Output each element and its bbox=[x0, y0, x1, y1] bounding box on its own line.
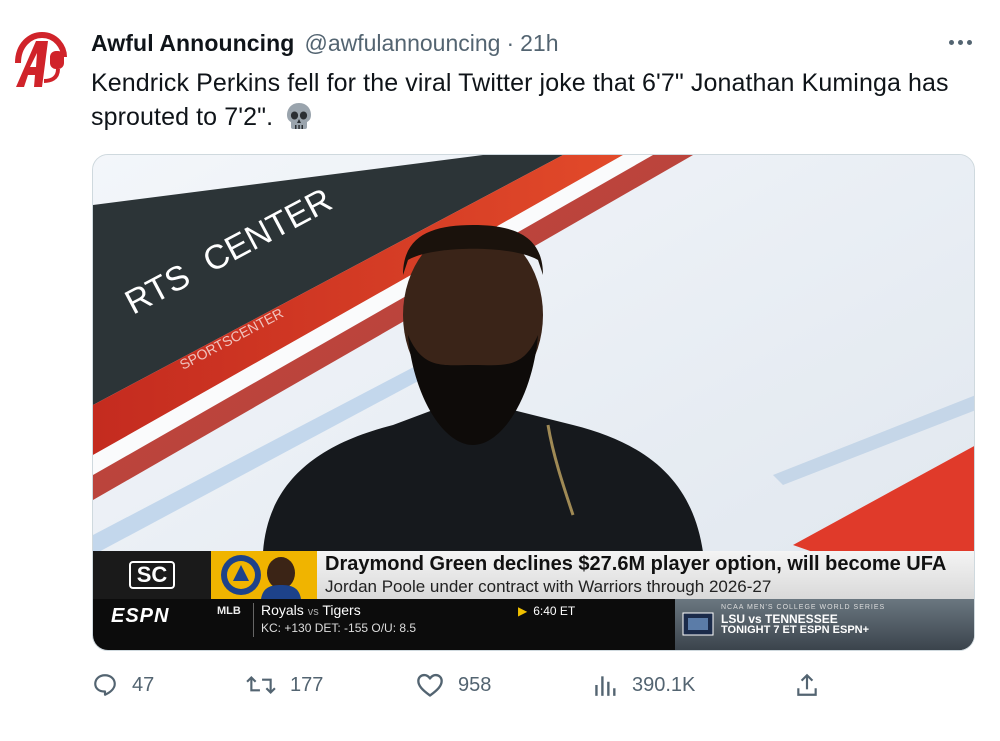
views-count: 390.1K bbox=[632, 673, 696, 696]
score-ticker: ESPN MLB Royals vs Tigers KC: +130 DET: … bbox=[93, 599, 974, 650]
team-photo bbox=[211, 551, 317, 599]
tweet-actions: 47 177 958 390.1K bbox=[0, 672, 1000, 712]
views-chart-icon bbox=[595, 676, 616, 696]
views-button[interactable]: 390.1K bbox=[592, 672, 695, 698]
author-handle[interactable]: @awfulannouncing bbox=[304, 30, 500, 57]
espn-logo: ESPN bbox=[111, 605, 170, 627]
author-name[interactable]: Awful Announcing bbox=[91, 30, 294, 57]
tweet-media-image[interactable]: RTS CENTER SPORTSCENTER SC Draymond Gree… bbox=[92, 154, 975, 651]
tweet-header: Awful Announcing @awfulannouncing · 21h bbox=[91, 30, 559, 57]
tv-lower-third: SC Draymond Green declines $27.6M player… bbox=[93, 551, 974, 650]
separator-dot: · bbox=[506, 30, 515, 56]
avatar[interactable] bbox=[8, 27, 72, 91]
tweet-timestamp[interactable]: 21h bbox=[520, 30, 558, 57]
play-arrow-icon: ▶ bbox=[518, 604, 528, 618]
headline: Draymond Green declines $27.6M player op… bbox=[325, 553, 947, 575]
promo-box: NCAA MEN'S COLLEGE WORLD SERIES LSU vs T… bbox=[675, 599, 974, 650]
awful-announcing-logo-icon bbox=[9, 28, 71, 90]
retweet-icon bbox=[246, 675, 276, 695]
skull-icon bbox=[286, 102, 312, 139]
cws-logo-icon bbox=[682, 612, 714, 636]
ticker-vs: vs bbox=[307, 606, 319, 618]
promo-airtime: TONIGHT 7 ET ESPN ESPN+ bbox=[721, 624, 870, 636]
share-button[interactable] bbox=[794, 672, 834, 698]
ticker-odds: KC: +130 DET: -155 O/U: 8.5 bbox=[261, 621, 417, 635]
tweet-text: Kendrick Perkins fell for the viral Twit… bbox=[91, 66, 961, 139]
heart-icon bbox=[417, 673, 443, 697]
headline-box: Draymond Green declines $27.6M player op… bbox=[317, 551, 974, 599]
ticker-team-2: Tigers bbox=[322, 602, 361, 618]
warriors-logo-icon bbox=[211, 551, 317, 599]
promo-header: NCAA MEN'S COLLEGE WORLD SERIES bbox=[721, 604, 886, 611]
retweet-count: 177 bbox=[290, 673, 324, 696]
share-icon bbox=[797, 673, 817, 696]
ticker-divider bbox=[253, 603, 254, 637]
more-options-icon[interactable] bbox=[940, 27, 980, 57]
sportscenter-logo: SC bbox=[93, 551, 211, 599]
reply-icon bbox=[94, 674, 116, 696]
ticker-league: MLB bbox=[217, 605, 241, 617]
ticker-time: ▶ 6:40 ET bbox=[518, 604, 575, 618]
ticker-time-text: 6:40 ET bbox=[533, 604, 576, 618]
like-count: 958 bbox=[458, 673, 492, 696]
reply-button[interactable]: 47 bbox=[92, 672, 154, 698]
tweet-body: Kendrick Perkins fell for the viral Twit… bbox=[91, 69, 949, 131]
ticker-game: Royals vs Tigers bbox=[261, 602, 361, 618]
ticker-team-1: Royals bbox=[261, 602, 304, 618]
retweet-button[interactable]: 177 bbox=[246, 672, 323, 698]
subheadline: Jordan Poole under contract with Warrior… bbox=[325, 577, 772, 596]
reply-count: 47 bbox=[132, 673, 155, 696]
like-button[interactable]: 958 bbox=[416, 672, 491, 698]
sc-logo-text: SC bbox=[128, 561, 176, 589]
